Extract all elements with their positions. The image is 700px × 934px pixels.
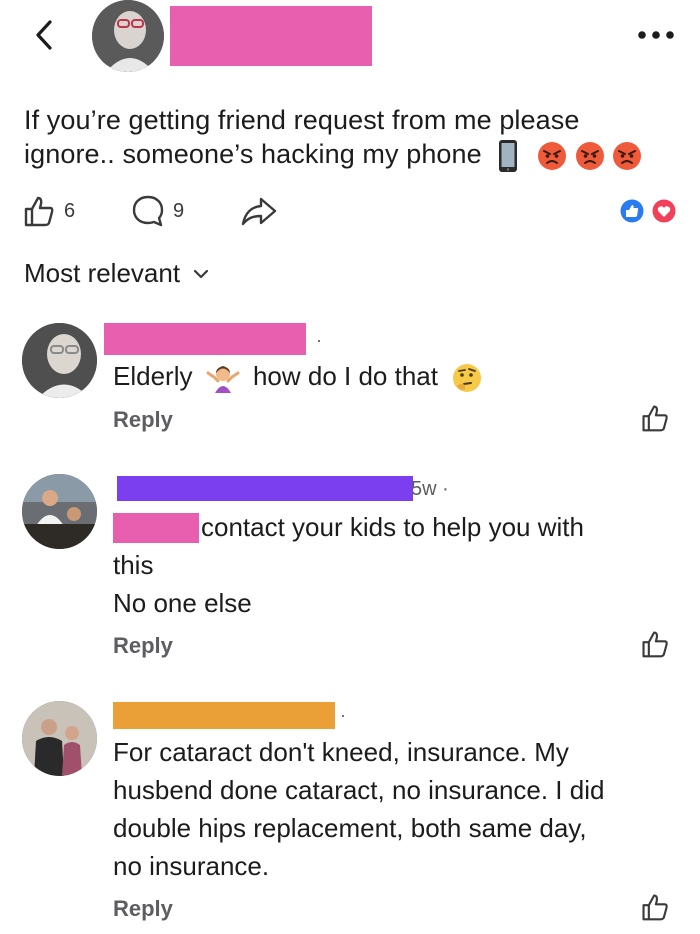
back-button[interactable] — [30, 18, 60, 52]
commenter-3-avatar[interactable] — [22, 701, 97, 776]
comment-3-like-icon[interactable] — [640, 891, 670, 923]
more-horizontal-icon — [638, 31, 674, 39]
comment-1-reply-button[interactable]: Reply — [113, 407, 173, 433]
poster-photo — [92, 0, 164, 72]
like-button[interactable]: 6 — [22, 194, 75, 228]
commenter-3-name-redaction — [113, 702, 335, 729]
comment-1-like-icon[interactable] — [640, 402, 670, 434]
angry-face-emoji — [575, 141, 604, 170]
chevron-down-icon — [193, 269, 209, 278]
commenter-2-photo — [22, 474, 97, 549]
angry-face-emoji — [613, 141, 642, 170]
share-icon[interactable] — [240, 194, 278, 228]
commenter-1-name-dot: · — [316, 330, 322, 350]
comment-1-text: Elderly how do I do that — [113, 357, 483, 395]
mobile-phone-emoji — [499, 139, 518, 172]
angry-face-emoji — [538, 141, 566, 170]
person-shrugging-emoji — [206, 366, 240, 394]
commenter-1-photo — [22, 323, 97, 398]
comment-2-line-3: No one else — [113, 588, 252, 618]
poster-name-redaction — [170, 6, 372, 66]
thinking-face-emoji — [453, 364, 482, 393]
comment-sort-dropdown[interactable]: Most relevant — [24, 258, 210, 289]
post-text: If you’re getting friend request from me… — [24, 103, 684, 173]
comment-3-line-1: For cataract don't kneed, insurance. My — [113, 737, 569, 767]
commenter-2-avatar[interactable] — [22, 474, 97, 549]
commenter-1-avatar[interactable] — [22, 323, 97, 398]
comment-2-reply-button[interactable]: Reply — [113, 633, 173, 659]
comment-3-reply-button[interactable]: Reply — [113, 896, 173, 922]
like-count: 6 — [64, 199, 76, 222]
post-text-line-1: If you’re getting friend request from me… — [24, 105, 580, 135]
comment-3-line-4: no insurance. — [113, 851, 270, 881]
comment-button[interactable]: 9 — [131, 194, 184, 228]
thumbs-up-icon — [24, 196, 54, 227]
commenter-2-name-redaction — [117, 476, 413, 501]
reaction-summary[interactable] — [617, 197, 679, 225]
comment-2-like-icon[interactable] — [640, 628, 670, 660]
more-options-button[interactable] — [636, 28, 676, 40]
comment-count: 9 — [173, 199, 185, 222]
comment-bubble-icon — [132, 195, 164, 227]
comment-2-line-2: this — [113, 550, 154, 580]
like-love-reaction-icons — [619, 198, 677, 224]
comment-2-timestamp: 5w · — [411, 478, 449, 500]
commenter-3-name-dot: · — [340, 705, 346, 725]
commenter-1-name-redaction — [104, 323, 306, 355]
poster-avatar[interactable] — [92, 0, 164, 72]
comment-2-text: contact your kids to help you with this … — [113, 508, 673, 622]
comment-3-text: For cataract don't kneed, insurance. My … — [113, 733, 693, 885]
sort-label: Most relevant — [24, 258, 181, 288]
comment-3-line-2: husbend done cataract, no insurance. I d… — [113, 775, 605, 805]
post-text-line-2: ignore.. someone’s hacking my phone — [24, 137, 684, 173]
commenter-3-photo — [22, 701, 97, 776]
comment-2-line-1: contact your kids to help you with — [201, 512, 584, 542]
comment-3-line-3: double hips replacement, both same day, — [113, 813, 587, 843]
